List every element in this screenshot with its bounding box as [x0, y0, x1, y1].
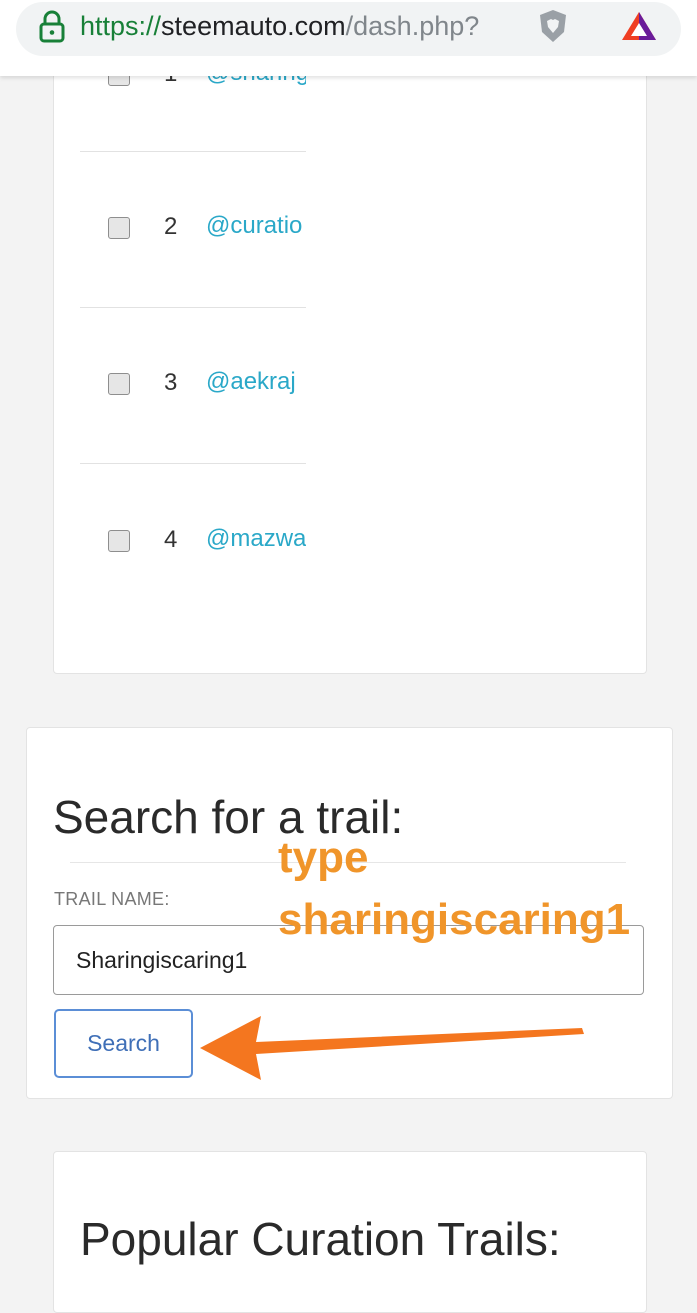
row-divider — [80, 307, 306, 308]
list-item: 3 @aekraj — [80, 367, 306, 407]
list-item: 4 @mazwa — [80, 524, 306, 564]
row-number: 4 — [164, 526, 178, 553]
row-username-link[interactable]: @mazwa — [206, 525, 306, 553]
row-divider — [80, 463, 306, 464]
url-text[interactable]: https://steemauto.com/dash.php? — [80, 9, 479, 43]
annotation-text-line1: type — [278, 833, 369, 882]
row-checkbox[interactable] — [108, 530, 130, 552]
brave-shield-icon[interactable] — [536, 8, 570, 44]
row-number: 3 — [164, 369, 178, 396]
url-host: steemauto.com — [161, 11, 346, 41]
row-divider — [80, 151, 306, 152]
browser-toolbar: https://steemauto.com/dash.php? — [0, 0, 697, 76]
url-path: /dash.php? — [345, 11, 480, 41]
row-checkbox[interactable] — [108, 217, 130, 239]
followed-trails-card — [53, 0, 647, 674]
url-scheme: https:// — [80, 11, 162, 41]
annotation-text-line2: sharingiscaring1 — [278, 895, 631, 944]
section-title: Popular Curation Trails: — [80, 1213, 561, 1265]
annotation-arrow-icon — [200, 1016, 584, 1080]
row-checkbox[interactable] — [108, 373, 130, 395]
row-username-link[interactable]: @curatio — [206, 212, 302, 240]
trail-name-label: TRAIL NAME: — [54, 889, 170, 909]
row-username-link[interactable]: @aekraj — [206, 368, 296, 396]
search-button[interactable]: Search — [54, 1009, 193, 1078]
brave-rewards-icon[interactable] — [620, 10, 658, 42]
row-number: 2 — [164, 213, 178, 240]
lock-icon — [39, 10, 65, 43]
list-item: 2 @curatio — [80, 211, 306, 251]
